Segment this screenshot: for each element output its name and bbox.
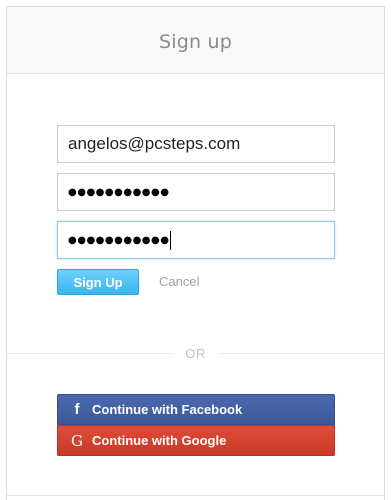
password-field-value: ●●●●●●●●●●● xyxy=(68,186,170,198)
google-icon: G xyxy=(71,431,83,450)
cancel-link[interactable]: Cancel xyxy=(159,274,199,289)
panel-header: Sign up xyxy=(7,7,384,74)
signup-button[interactable]: Sign Up xyxy=(57,269,139,295)
continue-with-google-button[interactable]: G Continue with Google xyxy=(57,425,335,456)
confirm-password-field-value: ●●●●●●●●●●● xyxy=(68,234,170,246)
confirm-password-field[interactable]: ●●●●●●●●●●● xyxy=(57,221,335,259)
text-cursor xyxy=(170,230,172,250)
or-divider-label: OR xyxy=(171,346,220,361)
facebook-button-label: Continue with Facebook xyxy=(92,402,243,417)
signup-panel: Sign up angelos@pcsteps.com ●●●●●●●●●●● … xyxy=(6,6,385,500)
google-button-label: Continue with Google xyxy=(92,433,227,448)
page-title: Sign up xyxy=(159,31,232,53)
email-field[interactable]: angelos@pcsteps.com xyxy=(57,125,335,163)
footer-divider xyxy=(7,495,384,496)
continue-with-facebook-button[interactable]: f Continue with Facebook xyxy=(57,394,335,425)
email-field-value: angelos@pcsteps.com xyxy=(68,134,241,153)
facebook-icon: f xyxy=(74,401,80,418)
password-field[interactable]: ●●●●●●●●●●● xyxy=(57,173,335,211)
